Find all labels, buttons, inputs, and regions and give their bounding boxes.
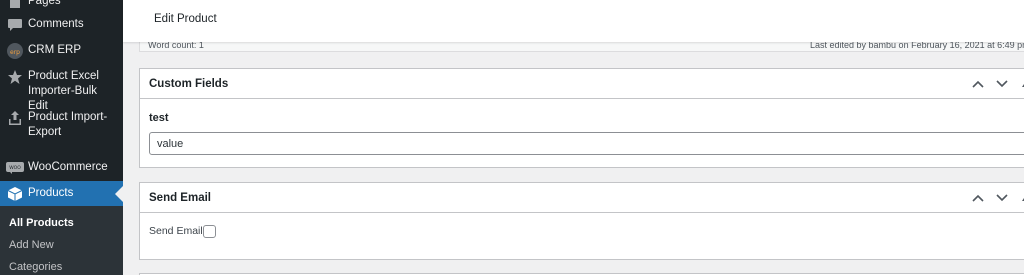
admin-sidebar: Pages Comments erp CRM ERP Product Excel…: [0, 0, 123, 275]
sidebar-item-pages[interactable]: Pages: [0, 0, 123, 10]
send-email-header: Send Email: [140, 183, 1024, 213]
send-email-title: Send Email: [149, 192, 211, 204]
products-submenu: All Products Add New Categories: [0, 206, 123, 275]
sidebar-item-label: Comments: [28, 18, 84, 30]
upload-icon: [5, 108, 25, 128]
custom-fields-header: Custom Fields: [140, 69, 1024, 99]
toggle-panel-icon[interactable]: [1018, 191, 1024, 205]
sidebar-item-label: CRM ERP: [28, 44, 82, 56]
sidebar-item-product-excel[interactable]: Product Excel Importer-Bulk Edit: [0, 67, 123, 112]
sidebar-item-products[interactable]: Products: [0, 181, 123, 206]
sidebar-item-woocommerce[interactable]: WOO WooCommerce: [0, 158, 123, 178]
custom-fields-title: Custom Fields: [149, 78, 229, 90]
crm-logo-icon: erp: [5, 41, 25, 61]
sidebar-item-label: Products: [28, 187, 74, 199]
sidebar-item-product-import-export[interactable]: Product Import-Export: [0, 108, 123, 142]
page-title: Edit Product: [154, 13, 217, 25]
svg-text:WOO: WOO: [9, 165, 21, 171]
send-email-checkbox-label: Send Email: [149, 225, 203, 237]
sidebar-item-crm-erp[interactable]: erp CRM ERP: [0, 41, 123, 61]
send-email-box: Send Email Send Email: [139, 182, 1024, 260]
woocommerce-icon: WOO: [5, 158, 25, 178]
sidebar-item-comments[interactable]: Comments: [0, 15, 123, 35]
toggle-panel-icon[interactable]: [1018, 77, 1024, 91]
svg-text:erp: erp: [10, 49, 20, 56]
custom-field-label: test: [149, 112, 169, 124]
cube-icon: [5, 184, 25, 204]
sidebar-item-label: Product Import-Export: [28, 111, 108, 138]
sidebar-item-label: Product Excel Importer-Bulk Edit: [28, 70, 99, 112]
chevron-down-icon[interactable]: [994, 77, 1010, 91]
custom-fields-box: Custom Fields test: [139, 68, 1024, 168]
pages-icon: [5, 0, 25, 12]
custom-field-value-input[interactable]: [149, 132, 1024, 155]
chevron-up-icon[interactable]: [970, 191, 986, 205]
submenu-categories[interactable]: Categories: [9, 261, 62, 273]
sidebar-item-label: WooCommerce: [28, 161, 108, 173]
top-bar: Edit Product: [123, 0, 1024, 42]
comments-icon: [5, 15, 25, 35]
sidebar-item-label: Pages: [28, 0, 61, 7]
send-email-actions: [970, 191, 1024, 205]
send-email-checkbox[interactable]: [203, 225, 216, 238]
submenu-all-products[interactable]: All Products: [9, 217, 74, 229]
chevron-down-icon[interactable]: [994, 191, 1010, 205]
star-icon: [5, 67, 25, 87]
submenu-add-new[interactable]: Add New: [9, 239, 54, 251]
custom-fields-actions: [970, 77, 1024, 91]
chevron-up-icon[interactable]: [970, 77, 986, 91]
